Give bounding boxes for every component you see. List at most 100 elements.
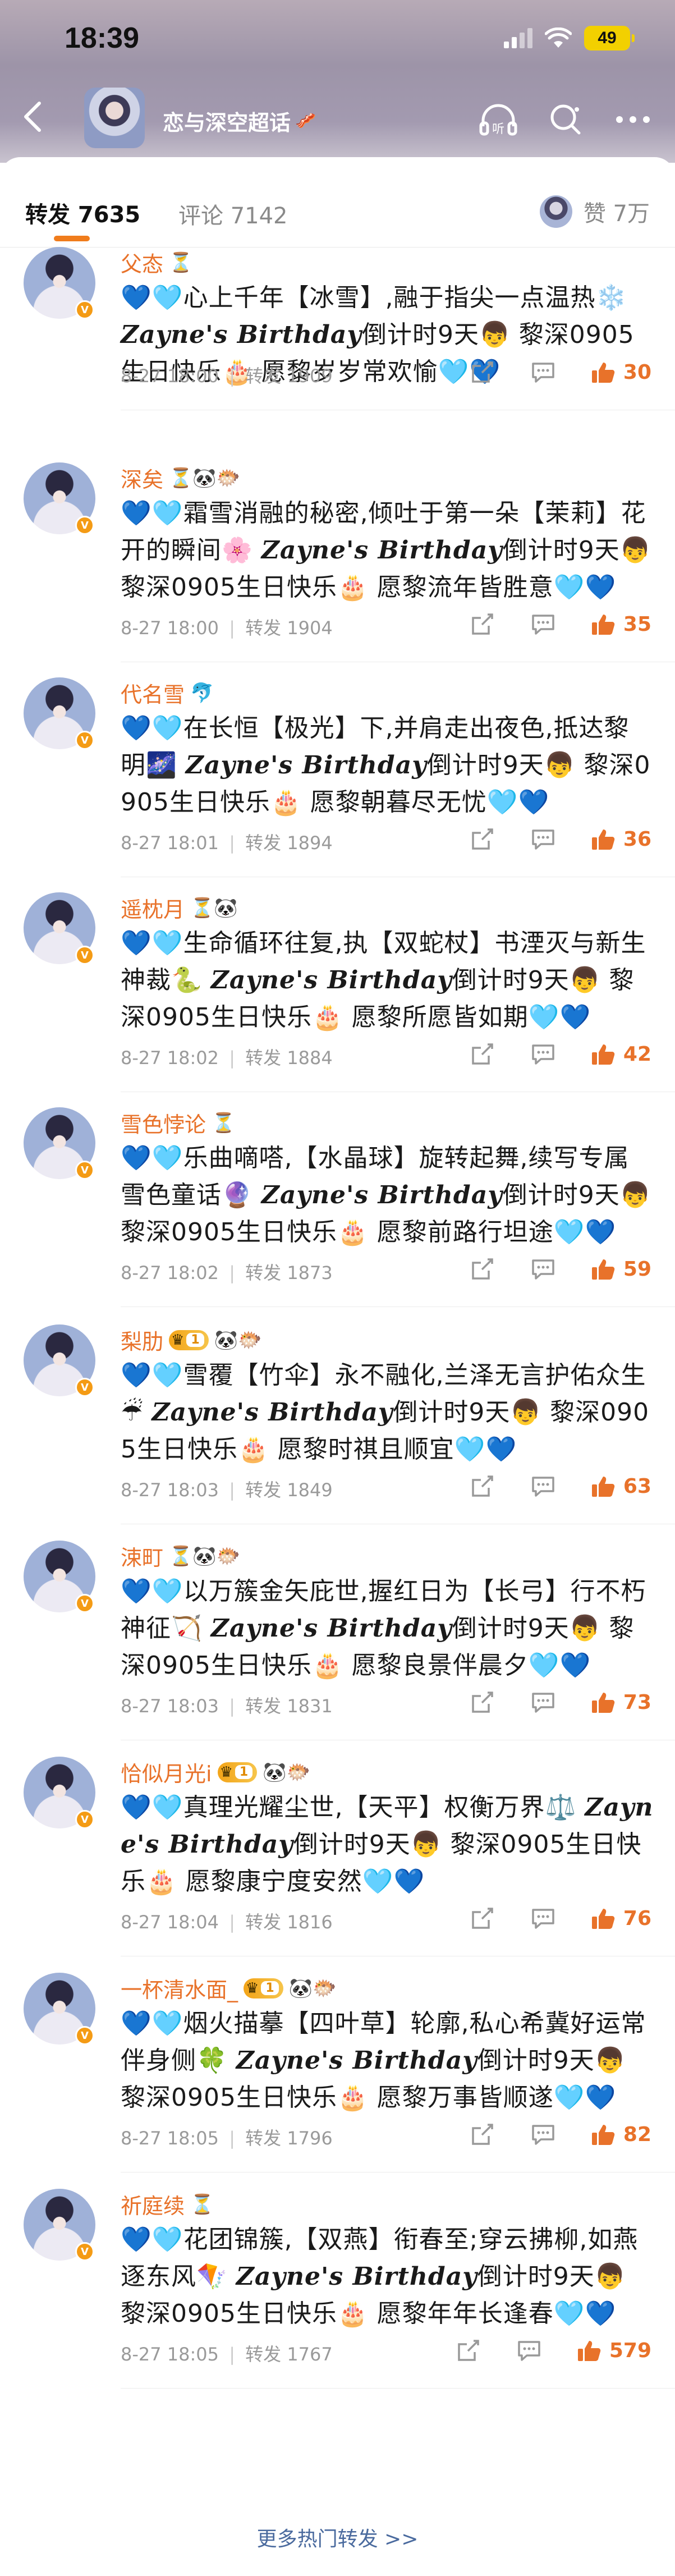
username-text: 祈庭续 bbox=[121, 2194, 185, 2219]
comment-button[interactable] bbox=[530, 1905, 556, 1931]
share-icon bbox=[472, 1908, 493, 1929]
share-button[interactable] bbox=[470, 826, 495, 852]
listen-label: 听 bbox=[492, 122, 504, 136]
action-bar: 36 bbox=[470, 826, 651, 852]
username-text: 一杯清水面_ bbox=[121, 1978, 238, 2002]
like-button[interactable]: 73 bbox=[591, 1690, 651, 1714]
username[interactable]: 一杯清水面_ ♛ 1 🐼🐡 bbox=[121, 1973, 336, 2004]
timestamp: 8-27 18:02 bbox=[121, 1047, 219, 1069]
listen-button[interactable]: 听 bbox=[479, 100, 518, 139]
like-button[interactable]: 59 bbox=[591, 1257, 651, 1281]
verified-badge-icon: V bbox=[75, 1378, 94, 1397]
username-text: 遥枕月 bbox=[121, 897, 185, 922]
timestamp: 8-27 18:00 bbox=[121, 617, 219, 639]
timestamp: 8-27 18:03 bbox=[121, 1695, 219, 1717]
like-button[interactable]: 30 bbox=[591, 360, 651, 384]
search-button[interactable] bbox=[546, 100, 585, 139]
share-icon bbox=[472, 1475, 493, 1497]
verified-badge-icon: V bbox=[75, 1810, 94, 1829]
like-button[interactable]: 63 bbox=[591, 1474, 651, 1498]
comment-button[interactable] bbox=[530, 1689, 556, 1715]
meta-separator: | bbox=[229, 2344, 235, 2365]
like-button[interactable]: 42 bbox=[591, 1042, 651, 1066]
topic-avatar[interactable] bbox=[84, 88, 145, 148]
meta-separator: | bbox=[229, 617, 235, 639]
action-bar: 59 bbox=[470, 1256, 651, 1282]
username-text: 恰似月光i bbox=[121, 1762, 212, 1786]
meta-separator: | bbox=[229, 1912, 235, 1933]
more-reposts-link[interactable]: 更多热门转发 >> bbox=[0, 2523, 675, 2552]
thumbs-up-icon bbox=[591, 2125, 615, 2145]
tab-comment[interactable]: 评论 7142 bbox=[178, 198, 288, 230]
verified-badge-icon: V bbox=[75, 1161, 94, 1180]
share-button[interactable] bbox=[470, 1256, 495, 1282]
share-button[interactable] bbox=[456, 2337, 481, 2363]
comment-button[interactable] bbox=[530, 826, 556, 852]
page-title[interactable]: 恋与深空超话 🥓 bbox=[163, 106, 316, 136]
username[interactable]: 涑町 ⏳🐼🐡 bbox=[121, 1541, 240, 1571]
comment-button[interactable] bbox=[530, 359, 556, 385]
action-bar: 579 bbox=[456, 2337, 651, 2363]
username-text: 涑町 bbox=[121, 1546, 164, 1570]
crown-icon: ♛ bbox=[246, 1979, 259, 1997]
username[interactable]: 雪色悖论 ⏳ bbox=[121, 1107, 235, 1138]
tab-like-label: 赞 7万 bbox=[583, 201, 650, 227]
like-count: 42 bbox=[623, 1042, 651, 1066]
username[interactable]: 祈庭续 ⏳ bbox=[121, 2189, 214, 2220]
username-text: 代名雪 bbox=[121, 682, 185, 707]
headphones-icon: 听 bbox=[479, 104, 517, 136]
comment-icon bbox=[532, 1477, 554, 1497]
share-button[interactable] bbox=[470, 2121, 495, 2147]
username[interactable]: 恰似月光i ♛ 1 🐼🐡 bbox=[121, 1757, 310, 1787]
action-bar: 35 bbox=[470, 611, 651, 637]
tab-bar: 转发 7635 评论 7142 赞 7万 bbox=[0, 157, 675, 247]
like-button[interactable]: 579 bbox=[577, 2339, 651, 2362]
comment-button[interactable] bbox=[516, 2337, 542, 2363]
action-bar: 82 bbox=[470, 2121, 651, 2147]
like-count: 82 bbox=[623, 2123, 651, 2146]
repost-meta: 8-27 18:00 | 转发 1909 bbox=[121, 362, 333, 388]
verified-badge-icon: V bbox=[75, 2026, 94, 2045]
tab-repost[interactable]: 转发 7635 bbox=[25, 196, 140, 229]
username[interactable]: 遥枕月 ⏳🐼 bbox=[121, 892, 238, 923]
timestamp: 8-27 18:01 bbox=[121, 832, 219, 854]
repost-meta: 8-27 18:05 | 转发 1767 bbox=[121, 2340, 333, 2366]
like-button[interactable]: 35 bbox=[591, 612, 651, 636]
meta-separator: | bbox=[229, 1262, 235, 1284]
repost-text: 💙🩵生命循环往复,执【双蛇杖】书湮灭与新生神裁🐍 Zayne's Birthda… bbox=[121, 925, 654, 1036]
username[interactable]: 父态 ⏳ bbox=[121, 247, 192, 278]
user-tag-icons: ⏳ bbox=[212, 1111, 236, 1134]
comment-button[interactable] bbox=[530, 2121, 556, 2147]
comment-button[interactable] bbox=[530, 611, 556, 637]
status-time: 18:39 bbox=[65, 22, 139, 54]
comment-icon bbox=[532, 1259, 554, 1280]
repost-meta: 8-27 18:03 | 转发 1831 bbox=[121, 1692, 333, 1718]
repost-count: 转发 1831 bbox=[245, 1695, 333, 1717]
username[interactable]: 代名雪 🐬 bbox=[121, 677, 214, 708]
back-button[interactable] bbox=[17, 101, 48, 132]
username-text: 父态 bbox=[121, 252, 164, 277]
share-button[interactable] bbox=[470, 1905, 495, 1931]
page-title-text: 恋与深空超话 bbox=[163, 111, 291, 135]
comment-button[interactable] bbox=[530, 1041, 556, 1067]
meta-separator: | bbox=[229, 1479, 235, 1501]
share-icon bbox=[472, 2124, 493, 2145]
share-button[interactable] bbox=[470, 1041, 495, 1067]
like-button[interactable]: 82 bbox=[591, 2123, 651, 2146]
timestamp: 8-27 18:02 bbox=[121, 1262, 219, 1284]
avatar bbox=[539, 195, 572, 228]
comment-button[interactable] bbox=[530, 1256, 556, 1282]
share-button[interactable] bbox=[470, 611, 495, 637]
username[interactable]: 深矣 ⏳🐼🐡 bbox=[121, 462, 240, 493]
comment-button[interactable] bbox=[530, 1473, 556, 1499]
tab-like[interactable]: 赞 7万 bbox=[539, 195, 650, 228]
username[interactable]: 梨肋 ♛ 1 🐼🐡 bbox=[121, 1324, 261, 1355]
crown-icon: ♛ bbox=[171, 1331, 185, 1349]
share-button[interactable] bbox=[470, 1689, 495, 1715]
share-button[interactable] bbox=[470, 359, 495, 385]
like-button[interactable]: 76 bbox=[591, 1906, 651, 1930]
like-button[interactable]: 36 bbox=[591, 827, 651, 851]
share-button[interactable] bbox=[470, 1473, 495, 1499]
thumbs-up-icon bbox=[591, 1693, 615, 1713]
more-button[interactable] bbox=[613, 100, 653, 139]
